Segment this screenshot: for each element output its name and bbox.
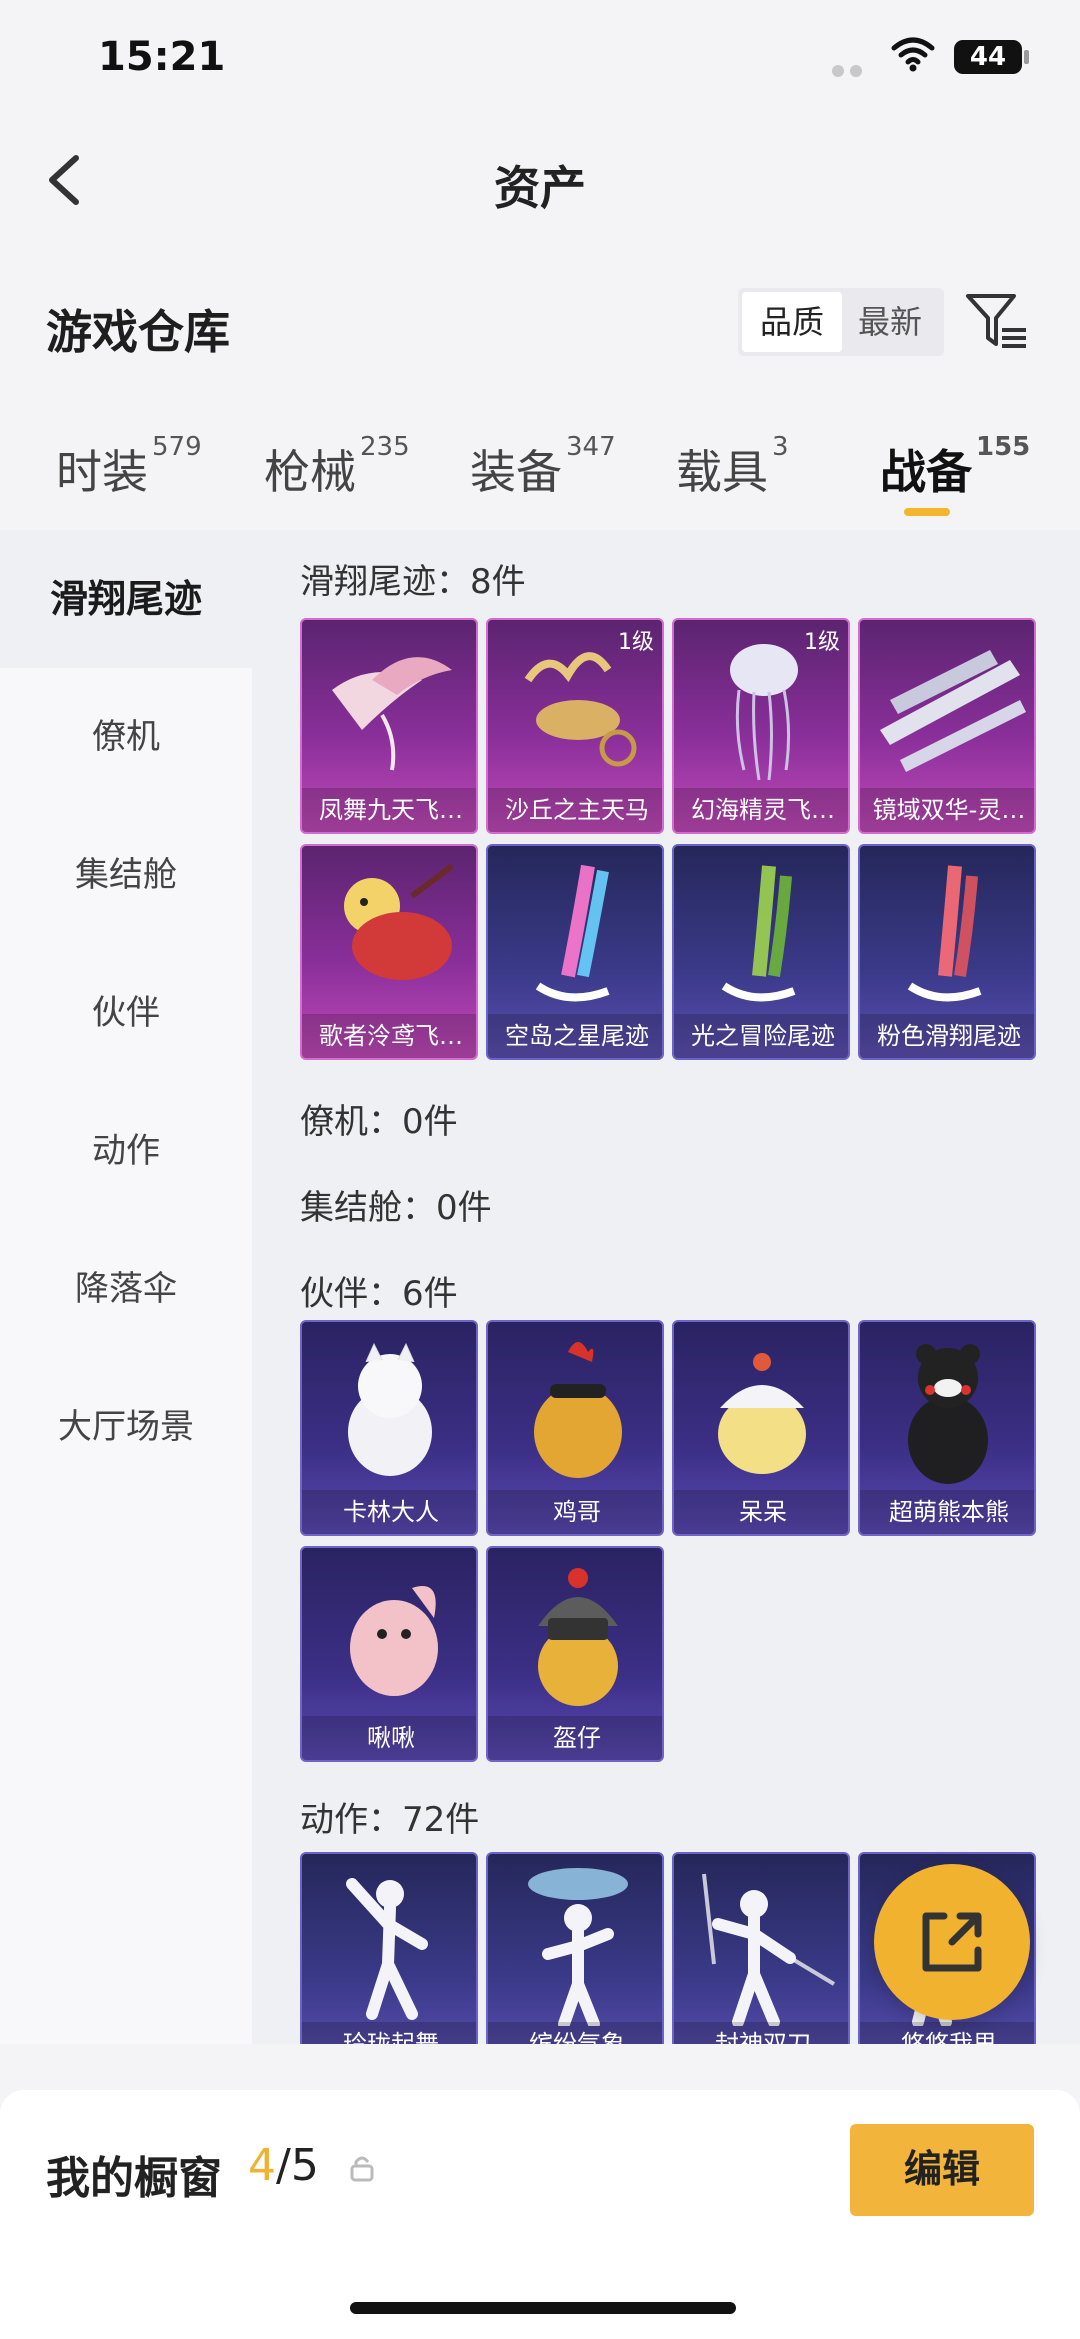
sidebar-item-lobby-scene[interactable]: 大厅场景: [0, 1358, 252, 1496]
item-card[interactable]: 玲珑起舞: [300, 1852, 478, 2044]
item-art: [348, 1342, 432, 1476]
wifi-icon: [891, 37, 935, 72]
item-art: [880, 650, 1026, 772]
group-title-partner: 伙伴：6件: [300, 1274, 458, 1314]
item-art: [907, 865, 982, 1002]
item-card[interactable]: 1级 沙丘之主天马: [486, 618, 664, 834]
status-time: 15:21: [98, 34, 226, 80]
warehouse-header: 游戏仓库 品质 最新: [0, 268, 1080, 378]
sort-latest-button[interactable]: 最新: [840, 292, 940, 352]
sidebar-item-parachute[interactable]: 降落伞: [0, 1220, 252, 1358]
item-card[interactable]: 超萌熊本熊: [858, 1320, 1036, 1536]
item-art: [346, 1878, 428, 2020]
tab-readiness[interactable]: 战备 155: [880, 432, 1030, 502]
lock-icon: [350, 2156, 374, 2182]
share-icon: [922, 1912, 982, 1972]
tab-weapons[interactable]: 枪械 235: [264, 432, 410, 502]
item-art: [538, 1568, 618, 1706]
sidebar-item-pod[interactable]: 集结舱: [0, 806, 252, 944]
filter-icon[interactable]: [964, 290, 1030, 354]
showcase-label: 我的橱窗: [46, 2153, 222, 2204]
status-bar: 15:21 44: [0, 0, 1080, 120]
signal-icon: [832, 62, 868, 77]
group-title-pod: 集结舱：0件: [300, 1188, 492, 1228]
sidebar-item-glide-trail[interactable]: 滑翔尾迹: [0, 530, 252, 668]
sidebar-item-emote[interactable]: 动作: [0, 1082, 252, 1220]
item-card[interactable]: 1级 幻海精灵飞…: [672, 618, 850, 834]
item-card[interactable]: 鸡哥: [486, 1320, 664, 1536]
item-art: [702, 1873, 836, 2026]
tab-vehicles[interactable]: 载具 3: [676, 432, 789, 502]
home-indicator: [350, 2302, 736, 2314]
item-art: [344, 863, 454, 980]
group-title-emote: 动作：72件: [300, 1800, 480, 1840]
item-list: 滑翔尾迹：8件 凤舞九天飞… 1级 沙丘之主天马 1级 幻海精灵飞… 镜域双华-…: [252, 530, 1080, 2044]
battery-icon: 44: [954, 40, 1022, 74]
item-art: [350, 1586, 438, 1696]
item-card[interactable]: 啾啾: [300, 1546, 478, 1762]
share-button[interactable]: [874, 1864, 1030, 2020]
item-card[interactable]: 缤纷气象: [486, 1852, 664, 2044]
tab-fashion[interactable]: 时装 579: [56, 432, 202, 502]
item-card[interactable]: 空岛之星尾迹: [486, 844, 664, 1060]
item-art: [528, 1868, 628, 2026]
sidebar: 滑翔尾迹 僚机 集结舱 伙伴 动作 降落伞 大厅场景: [0, 530, 252, 2044]
showcase-count: 4/5: [248, 2140, 319, 2191]
sort-quality-button[interactable]: 品质: [742, 292, 842, 352]
item-card[interactable]: 光之冒险尾迹: [672, 844, 850, 1060]
item-art: [534, 1342, 622, 1478]
sidebar-item-wingman[interactable]: 僚机: [0, 668, 252, 806]
item-art: [718, 1353, 806, 1474]
sidebar-item-partner[interactable]: 伙伴: [0, 944, 252, 1082]
item-card[interactable]: 盔仔: [486, 1546, 664, 1762]
active-tab-indicator: [904, 508, 950, 516]
item-art: [908, 1344, 988, 1484]
item-card[interactable]: 封神双刀: [672, 1852, 850, 2044]
item-art: [332, 657, 452, 771]
group-title-wingman: 僚机：0件: [300, 1102, 458, 1142]
item-card[interactable]: 凤舞九天飞…: [300, 618, 478, 834]
item-card[interactable]: 歌者泠鸢飞…: [300, 844, 478, 1060]
item-card[interactable]: 呆呆: [672, 1320, 850, 1536]
group-title-glide: 滑翔尾迹：8件: [300, 562, 526, 602]
item-card[interactable]: 卡林大人: [300, 1320, 478, 1536]
edit-button[interactable]: 编辑: [850, 2124, 1034, 2216]
section-title: 游戏仓库: [46, 305, 230, 359]
page-title: 资产: [494, 161, 586, 215]
battery-tip: [1024, 50, 1029, 64]
item-art: [721, 865, 796, 1002]
item-card[interactable]: 粉色滑翔尾迹: [858, 844, 1036, 1060]
sort-toggle: 品质 最新: [738, 288, 944, 356]
tab-equipment[interactable]: 装备 347: [470, 432, 616, 502]
item-card[interactable]: 镜域双华-灵…: [858, 618, 1036, 834]
inventory-panel: 滑翔尾迹 僚机 集结舱 伙伴 动作 降落伞 大厅场景 滑翔尾迹：8件 凤舞九天飞…: [0, 530, 1080, 2044]
category-tabs: 时装 579 枪械 235 装备 347 载具 3 战备 155: [0, 420, 1080, 530]
nav-bar: 资产: [0, 130, 1080, 226]
item-art: [535, 864, 610, 1002]
